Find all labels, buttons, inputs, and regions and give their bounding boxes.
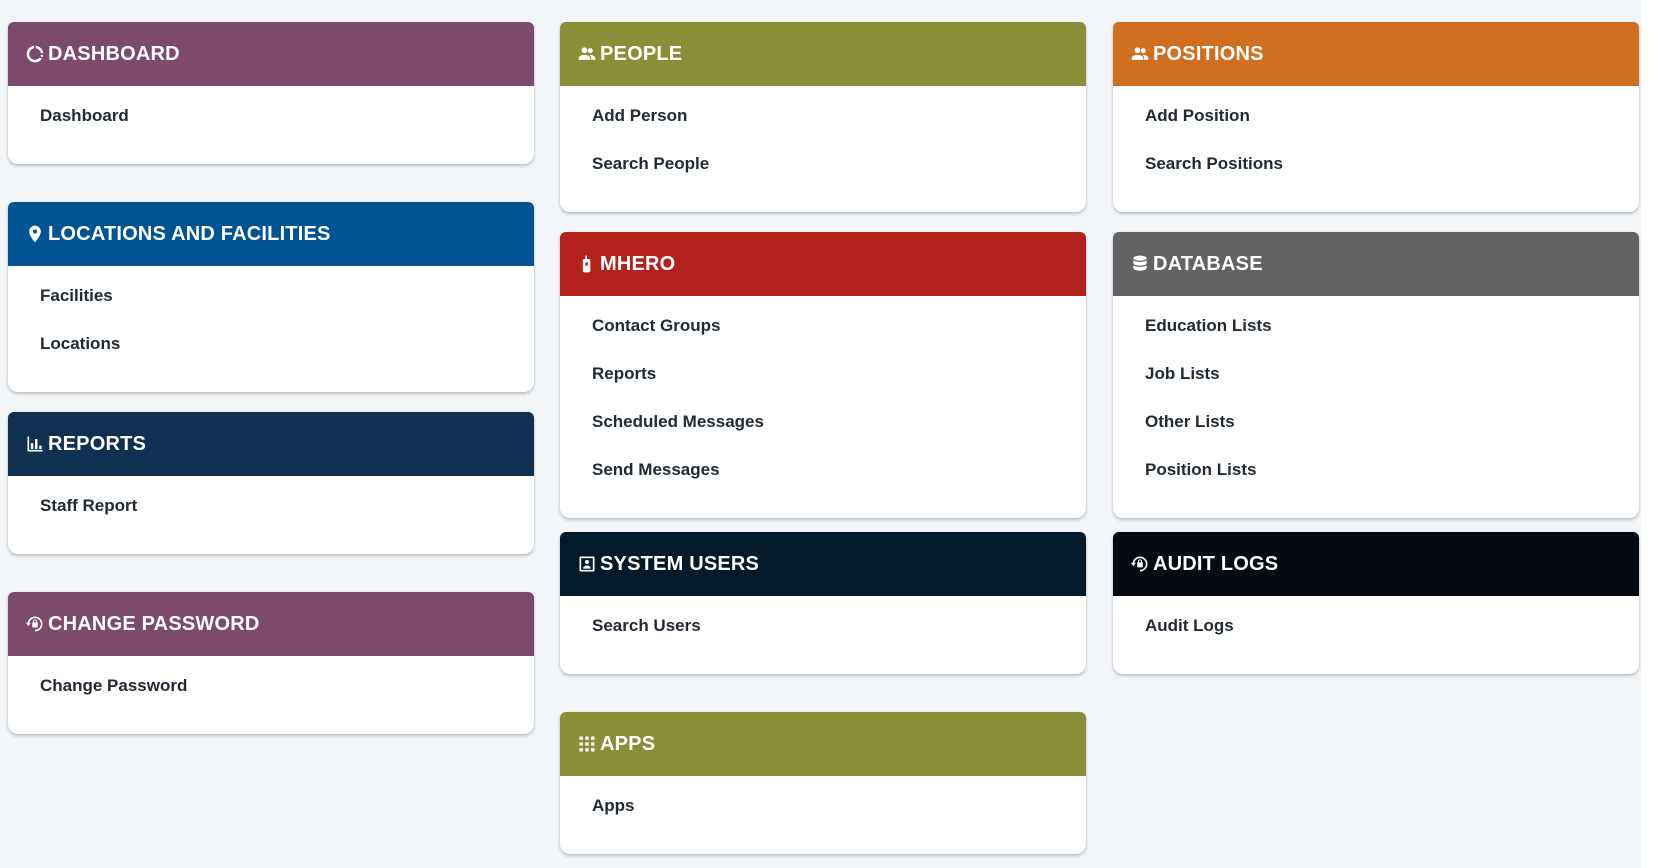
dashboard-card-title: DASHBOARD [48, 42, 180, 65]
change-password-card: CHANGE PASSWORD Change Password [8, 592, 534, 734]
audit-logs-card-header[interactable]: AUDIT LOGS [1113, 532, 1639, 596]
link-audit-logs[interactable]: Audit Logs [1145, 606, 1639, 654]
link-send-messages[interactable]: Send Messages [592, 450, 1086, 498]
link-facilities[interactable]: Facilities [40, 276, 534, 324]
dashboard-card: DASHBOARD Dashboard [8, 22, 534, 164]
apps-card: APPS Apps [560, 712, 1086, 854]
audit-logs-card: AUDIT LOGS Audit Logs [1113, 532, 1639, 674]
reports-card-header[interactable]: REPORTS [8, 412, 534, 476]
people-icon [576, 43, 598, 65]
mhero-card-header[interactable]: MHERO [560, 232, 1086, 296]
positions-card-title: POSITIONS [1153, 42, 1264, 65]
change-password-card-title: CHANGE PASSWORD [48, 612, 260, 635]
people-card-header[interactable]: PEOPLE [560, 22, 1086, 86]
dashboard-card-header[interactable]: DASHBOARD [8, 22, 534, 86]
positions-card: POSITIONS Add Position Search Positions [1113, 22, 1639, 212]
link-scheduled-messages[interactable]: Scheduled Messages [592, 402, 1086, 450]
reports-card: REPORTS Staff Report [8, 412, 534, 554]
link-education-lists[interactable]: Education Lists [1145, 306, 1639, 354]
system-users-card: SYSTEM USERS Search Users [560, 532, 1086, 674]
locations-card-title: LOCATIONS AND FACILITIES [48, 222, 331, 245]
apps-card-title: APPS [600, 732, 656, 755]
user-card-icon [576, 553, 598, 575]
link-job-lists[interactable]: Job Lists [1145, 354, 1639, 402]
system-users-card-title: SYSTEM USERS [600, 552, 760, 575]
people-card-title: PEOPLE [600, 42, 683, 65]
link-apps[interactable]: Apps [592, 786, 1086, 834]
link-add-person[interactable]: Add Person [592, 96, 1086, 144]
link-position-lists[interactable]: Position Lists [1145, 450, 1639, 498]
link-change-password[interactable]: Change Password [40, 666, 534, 714]
people-icon [1129, 43, 1151, 65]
mhero-card: MHERO Contact Groups Reports Scheduled M… [560, 232, 1086, 518]
link-search-positions[interactable]: Search Positions [1145, 144, 1639, 192]
link-search-users[interactable]: Search Users [592, 606, 1086, 654]
bar-chart-icon [24, 433, 46, 455]
people-card: PEOPLE Add Person Search People [560, 22, 1086, 212]
link-locations[interactable]: Locations [40, 324, 534, 372]
location-pin-icon [24, 223, 46, 245]
positions-card-header[interactable]: POSITIONS [1113, 22, 1639, 86]
database-card: DATABASE Education Lists Job Lists Other… [1113, 232, 1639, 518]
change-password-card-header[interactable]: CHANGE PASSWORD [8, 592, 534, 656]
dashboard-icon [24, 43, 46, 65]
database-card-header[interactable]: DATABASE [1113, 232, 1639, 296]
apps-card-header[interactable]: APPS [560, 712, 1086, 776]
page-right-edge [1641, 0, 1655, 868]
lock-reset-icon [24, 613, 46, 635]
database-icon [1129, 253, 1151, 275]
link-staff-report[interactable]: Staff Report [40, 486, 534, 534]
link-add-position[interactable]: Add Position [1145, 96, 1639, 144]
locations-card-header[interactable]: LOCATIONS AND FACILITIES [8, 202, 534, 266]
locations-card: LOCATIONS AND FACILITIES Facilities Loca… [8, 202, 534, 392]
radio-icon [576, 253, 598, 275]
system-users-card-header[interactable]: SYSTEM USERS [560, 532, 1086, 596]
link-dashboard[interactable]: Dashboard [40, 96, 534, 144]
link-other-lists[interactable]: Other Lists [1145, 402, 1639, 450]
link-mhero-reports[interactable]: Reports [592, 354, 1086, 402]
audit-logs-card-title: AUDIT LOGS [1153, 552, 1279, 575]
link-search-people[interactable]: Search People [592, 144, 1086, 192]
mhero-card-title: MHERO [600, 252, 676, 275]
apps-grid-icon [576, 733, 598, 755]
database-card-title: DATABASE [1153, 252, 1263, 275]
lock-reset-icon [1129, 553, 1151, 575]
link-contact-groups[interactable]: Contact Groups [592, 306, 1086, 354]
reports-card-title: REPORTS [48, 432, 147, 455]
